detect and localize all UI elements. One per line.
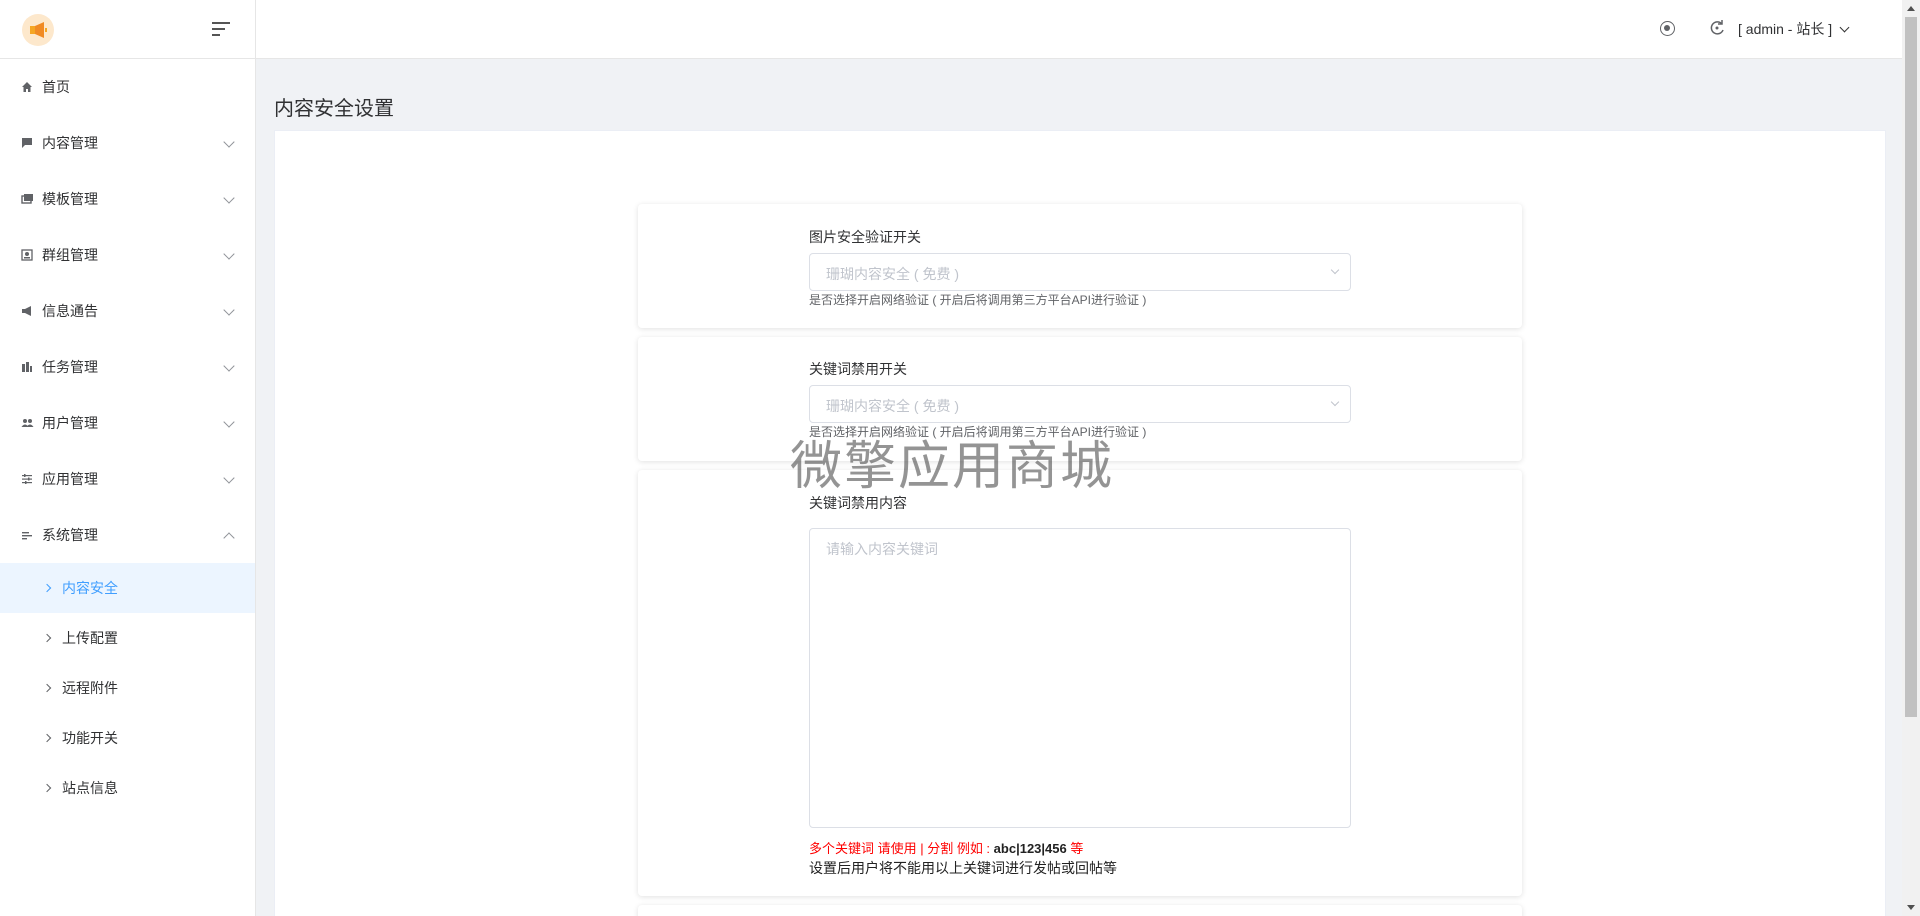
sidebar-menu: 首页 内容管理 模板管理 群组管理 信息通告 任务管理 用户管理 应用管理 系统… <box>0 59 255 813</box>
submenu-item-label: 站点信息 <box>62 780 118 796</box>
keyword-content-label: 关键词禁用内容 <box>809 495 907 511</box>
megaphone-icon <box>20 304 34 318</box>
keyword-content-textarea[interactable]: 请输入内容关键词 <box>809 528 1351 828</box>
vertical-scrollbar[interactable] <box>1902 0 1920 916</box>
sidebar-item-label: 首页 <box>42 79 70 95</box>
keyword-usage-note: 设置后用户将不能用以上关键词进行发帖或回帖等 <box>809 860 1117 876</box>
sidebar-item-label: 信息通告 <box>42 303 98 319</box>
keyword-separator-hint: 多个关键词 请使用 | 分割 例如 : abc|123|456 等 <box>809 838 1083 857</box>
keyword-content-card: 关键词禁用内容 请输入内容关键词 多个关键词 请使用 | 分割 例如 : abc… <box>638 470 1522 896</box>
sidebar-item-home[interactable]: 首页 <box>0 59 255 115</box>
image-check-card: 图片安全验证开关 珊瑚内容安全 ( 免费 ) 是否选择开启网络验证 ( 开启后将… <box>638 204 1522 328</box>
sidebar-item-label: 任务管理 <box>42 359 98 375</box>
submenu-item-label: 功能开关 <box>62 730 118 746</box>
task-icon <box>20 360 34 374</box>
template-icon <box>20 192 34 206</box>
user-label: [ admin - 站长 ] <box>1738 21 1833 37</box>
megaphone-logo-icon <box>30 22 47 38</box>
red-hint-suffix: 等 <box>1066 841 1084 856</box>
submenu-item-content-security[interactable]: 内容安全 <box>0 563 255 613</box>
scroll-down-arrow-icon[interactable] <box>1907 905 1915 910</box>
submenu-item-feature-switches[interactable]: 功能开关 <box>0 713 255 763</box>
next-card <box>638 905 1522 916</box>
sliders-icon <box>20 472 34 486</box>
page-title: 内容安全设置 <box>274 98 394 120</box>
sidebar-item-label: 模板管理 <box>42 191 98 207</box>
red-hint-prefix: 多个关键词 请使用 | 分割 例如 : <box>809 841 994 856</box>
keyword-switch-label: 关键词禁用开关 <box>809 361 907 377</box>
image-check-label: 图片安全验证开关 <box>809 229 921 245</box>
red-hint-example: abc|123|456 <box>993 841 1067 856</box>
chevron-right-icon <box>42 583 52 593</box>
chevron-down-icon <box>223 360 235 372</box>
submenu-item-upload-config[interactable]: 上传配置 <box>0 613 255 663</box>
submenu-item-label: 远程附件 <box>62 680 118 696</box>
keyword-switch-hint: 是否选择开启网络验证 ( 开启后将调用第三方平台API进行验证 ) <box>809 425 1147 439</box>
chevron-down-icon <box>223 136 235 148</box>
chevron-right-icon <box>42 783 52 793</box>
select-value: 珊瑚内容安全 ( 免费 ) <box>826 398 959 414</box>
system-icon <box>20 528 34 542</box>
chevron-down-icon <box>223 248 235 260</box>
scrollbar-thumb[interactable] <box>1905 17 1917 717</box>
sidebar-item-tasks[interactable]: 任务管理 <box>0 339 255 395</box>
users-icon <box>20 416 34 430</box>
sidebar-item-notices[interactable]: 信息通告 <box>0 283 255 339</box>
chevron-down-icon <box>223 192 235 204</box>
chevron-down-icon <box>1330 265 1340 275</box>
scroll-up-arrow-icon[interactable] <box>1907 6 1915 11</box>
home-icon <box>20 80 34 94</box>
sidebar-item-system[interactable]: 系统管理 <box>0 507 255 563</box>
logo-bar <box>0 0 255 59</box>
sidebar: 首页 内容管理 模板管理 群组管理 信息通告 任务管理 用户管理 应用管理 系统… <box>0 0 256 916</box>
sidebar-item-label: 群组管理 <box>42 247 98 263</box>
textarea-placeholder: 请输入内容关键词 <box>826 541 938 557</box>
chevron-right-icon <box>42 633 52 643</box>
sidebar-item-label: 系统管理 <box>42 527 98 543</box>
group-icon <box>20 248 34 262</box>
sidebar-collapse-button[interactable] <box>210 20 232 38</box>
keyword-switch-card: 关键词禁用开关 珊瑚内容安全 ( 免费 ) 是否选择开启网络验证 ( 开启后将调… <box>638 337 1522 461</box>
submenu-item-remote-attachments[interactable]: 远程附件 <box>0 663 255 713</box>
chevron-down-icon <box>223 416 235 428</box>
comment-icon <box>20 136 34 150</box>
chevron-down-icon <box>223 304 235 316</box>
chevron-down-icon <box>223 472 235 484</box>
chevron-right-icon <box>42 683 52 693</box>
submenu-item-label: 上传配置 <box>62 630 118 646</box>
chevron-down-icon <box>1839 22 1850 32</box>
chevron-down-icon <box>1330 397 1340 407</box>
settings-circle-icon[interactable] <box>1660 21 1675 36</box>
keyword-switch-select[interactable]: 珊瑚内容安全 ( 免费 ) <box>809 385 1351 423</box>
submenu-item-site-info[interactable]: 站点信息 <box>0 763 255 813</box>
chevron-right-icon <box>42 733 52 743</box>
sidebar-item-label: 内容管理 <box>42 135 98 151</box>
sidebar-item-label: 应用管理 <box>42 471 98 487</box>
sidebar-item-groups[interactable]: 群组管理 <box>0 227 255 283</box>
sidebar-item-users[interactable]: 用户管理 <box>0 395 255 451</box>
select-value: 珊瑚内容安全 ( 免费 ) <box>826 266 959 282</box>
top-header: [ admin - 站长 ] <box>256 0 1902 59</box>
image-check-hint: 是否选择开启网络验证 ( 开启后将调用第三方平台API进行验证 ) <box>809 293 1147 307</box>
app-logo[interactable] <box>22 14 54 46</box>
chevron-up-icon <box>223 532 235 544</box>
user-dropdown[interactable]: [ admin - 站长 ] <box>1738 19 1850 39</box>
refresh-icon[interactable] <box>1708 19 1726 37</box>
image-check-select[interactable]: 珊瑚内容安全 ( 免费 ) <box>809 253 1351 291</box>
sidebar-item-apps[interactable]: 应用管理 <box>0 451 255 507</box>
sidebar-item-label: 用户管理 <box>42 415 98 431</box>
sidebar-item-templates[interactable]: 模板管理 <box>0 171 255 227</box>
sidebar-item-content[interactable]: 内容管理 <box>0 115 255 171</box>
submenu-item-label: 内容安全 <box>62 580 118 596</box>
